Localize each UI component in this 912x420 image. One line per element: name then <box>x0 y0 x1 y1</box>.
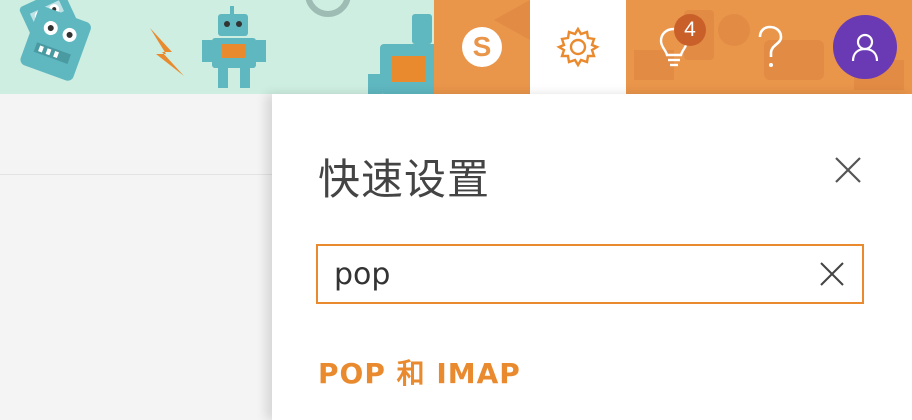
close-panel-button[interactable] <box>828 150 868 190</box>
settings-search-input[interactable] <box>334 246 804 302</box>
close-icon <box>820 262 844 286</box>
tips-button[interactable]: 4 <box>626 0 722 94</box>
panel-title: 快速设置 <box>318 155 491 204</box>
clear-search-button[interactable] <box>814 256 850 292</box>
header-toolbar: S 4 <box>434 0 912 94</box>
theme-banner <box>0 0 434 94</box>
avatar <box>833 15 897 79</box>
account-button[interactable] <box>818 0 912 94</box>
top-header: S 4 <box>0 0 912 94</box>
skype-icon: S <box>462 27 502 67</box>
settings-search-box <box>316 244 864 304</box>
svg-text:S: S <box>473 31 492 62</box>
mail-workspace <box>0 94 272 420</box>
settings-button[interactable] <box>530 0 626 94</box>
help-button[interactable] <box>722 0 818 94</box>
robot-theme-illustration <box>19 0 434 94</box>
question-icon <box>758 25 783 67</box>
skype-button[interactable]: S <box>434 0 530 94</box>
close-icon <box>835 157 861 183</box>
gear-icon <box>556 26 600 68</box>
workspace-command-bar <box>0 94 272 175</box>
quick-settings-panel: 快速设置 POP 和 IMAP <box>272 94 912 420</box>
person-icon <box>851 33 879 62</box>
search-result-pop-imap[interactable]: POP 和 IMAP <box>318 352 521 392</box>
notification-badge: 4 <box>674 14 706 46</box>
